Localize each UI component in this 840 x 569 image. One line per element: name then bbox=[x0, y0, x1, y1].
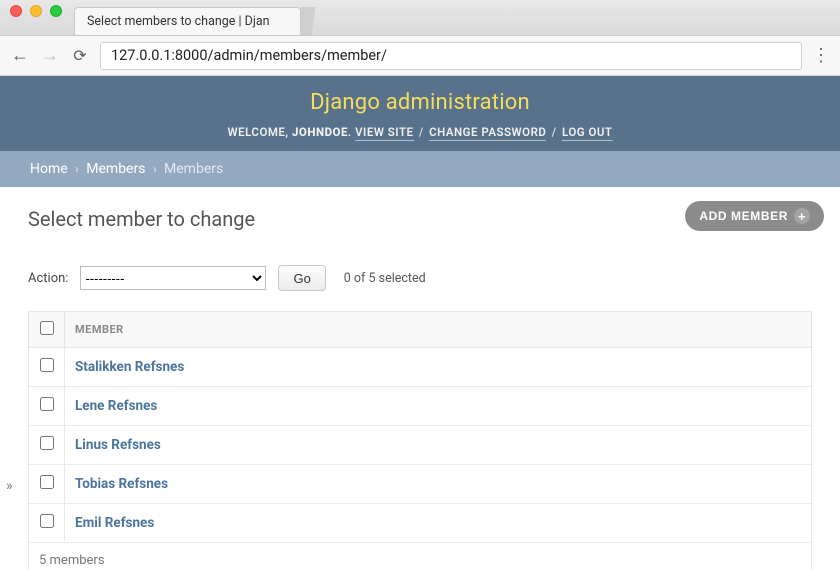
row-checkbox[interactable] bbox=[40, 436, 54, 450]
window-controls bbox=[10, 0, 74, 35]
reload-button[interactable]: ⟳ bbox=[70, 46, 90, 65]
row-checkbox-cell bbox=[29, 426, 65, 465]
chevron-right-icon: › bbox=[149, 162, 161, 176]
close-window-icon[interactable] bbox=[10, 5, 22, 17]
add-member-label: ADD MEMBER bbox=[699, 209, 788, 223]
browser-toolbar: ← → ⟳ 127.0.0.1:8000/admin/members/membe… bbox=[0, 36, 840, 76]
row-checkbox[interactable] bbox=[40, 358, 54, 372]
member-link[interactable]: Emil Refsnes bbox=[75, 515, 154, 531]
plus-icon: + bbox=[794, 208, 810, 224]
table-row: Linus Refsnes bbox=[29, 426, 812, 465]
row-checkbox[interactable] bbox=[40, 475, 54, 489]
breadcrumb-current: Members bbox=[164, 161, 223, 177]
url-text: 127.0.0.1:8000/admin/members/member/ bbox=[111, 47, 387, 64]
site-title: Django administration bbox=[0, 90, 840, 115]
table-row: Emil Refsnes bbox=[29, 504, 812, 543]
row-checkbox-cell bbox=[29, 465, 65, 504]
row-checkbox[interactable] bbox=[40, 397, 54, 411]
url-bar[interactable]: 127.0.0.1:8000/admin/members/member/ bbox=[100, 42, 802, 70]
go-button[interactable]: Go bbox=[278, 265, 325, 291]
row-checkbox-cell bbox=[29, 387, 65, 426]
browser-tab-title: Select members to change | Djan bbox=[87, 14, 270, 29]
breadcrumb-home[interactable]: Home bbox=[30, 161, 68, 177]
forward-button: → bbox=[40, 45, 60, 66]
table-row: Lene Refsnes bbox=[29, 387, 812, 426]
member-link[interactable]: Linus Refsnes bbox=[75, 437, 161, 453]
column-header-member[interactable]: MEMBER bbox=[65, 312, 812, 348]
change-password-link[interactable]: CHANGE PASSWORD bbox=[429, 125, 546, 141]
table-footer-count: 5 members bbox=[29, 543, 812, 569]
row-name-cell: Lene Refsnes bbox=[65, 387, 812, 426]
breadcrumb-app[interactable]: Members bbox=[86, 161, 145, 177]
member-link[interactable]: Stalikken Refsnes bbox=[75, 359, 184, 375]
minimize-window-icon[interactable] bbox=[30, 5, 42, 17]
user-tools: WELCOME, JOHNDOE. VIEW SITE / CHANGE PAS… bbox=[0, 125, 840, 139]
welcome-label: WELCOME, bbox=[227, 125, 292, 139]
table-row: Tobias Refsnes bbox=[29, 465, 812, 504]
chevron-right-icon: › bbox=[71, 162, 83, 176]
row-checkbox-cell bbox=[29, 348, 65, 387]
add-member-button[interactable]: ADD MEMBER + bbox=[685, 201, 824, 231]
new-tab-affordance[interactable] bbox=[300, 7, 330, 35]
browser-menu-icon[interactable]: ⋮ bbox=[812, 45, 830, 66]
row-name-cell: Linus Refsnes bbox=[65, 426, 812, 465]
actions-bar: Action: --------- Go 0 of 5 selected bbox=[28, 259, 812, 297]
member-link[interactable]: Tobias Refsnes bbox=[75, 476, 168, 492]
content: ADD MEMBER + Select member to change Act… bbox=[0, 187, 840, 569]
back-button[interactable]: ← bbox=[10, 45, 30, 66]
row-name-cell: Emil Refsnes bbox=[65, 504, 812, 543]
breadcrumb: Home › Members › Members bbox=[0, 151, 840, 187]
browser-tab[interactable]: Select members to change | Djan bbox=[74, 7, 301, 35]
logout-link[interactable]: LOG OUT bbox=[562, 125, 613, 141]
row-checkbox-cell bbox=[29, 504, 65, 543]
action-select[interactable]: --------- bbox=[80, 266, 266, 290]
select-all-checkbox[interactable] bbox=[40, 321, 54, 335]
side-drawer-toggle[interactable]: » bbox=[6, 478, 13, 494]
selection-count: 0 of 5 selected bbox=[344, 271, 426, 286]
browser-tabstrip: Select members to change | Djan bbox=[0, 0, 840, 36]
action-label: Action: bbox=[28, 271, 68, 286]
results-table: MEMBER Stalikken Refsnes Lene Refsnes Linu… bbox=[28, 311, 812, 569]
table-row: Stalikken Refsnes bbox=[29, 348, 812, 387]
row-name-cell: Tobias Refsnes bbox=[65, 465, 812, 504]
row-name-cell: Stalikken Refsnes bbox=[65, 348, 812, 387]
member-link[interactable]: Lene Refsnes bbox=[75, 398, 157, 414]
row-checkbox[interactable] bbox=[40, 514, 54, 528]
select-all-header bbox=[29, 312, 65, 348]
maximize-window-icon[interactable] bbox=[50, 5, 62, 17]
view-site-link[interactable]: VIEW SITE bbox=[355, 125, 413, 141]
username: JOHNDOE bbox=[292, 125, 348, 139]
django-header: Django administration WELCOME, JOHNDOE. … bbox=[0, 76, 840, 151]
